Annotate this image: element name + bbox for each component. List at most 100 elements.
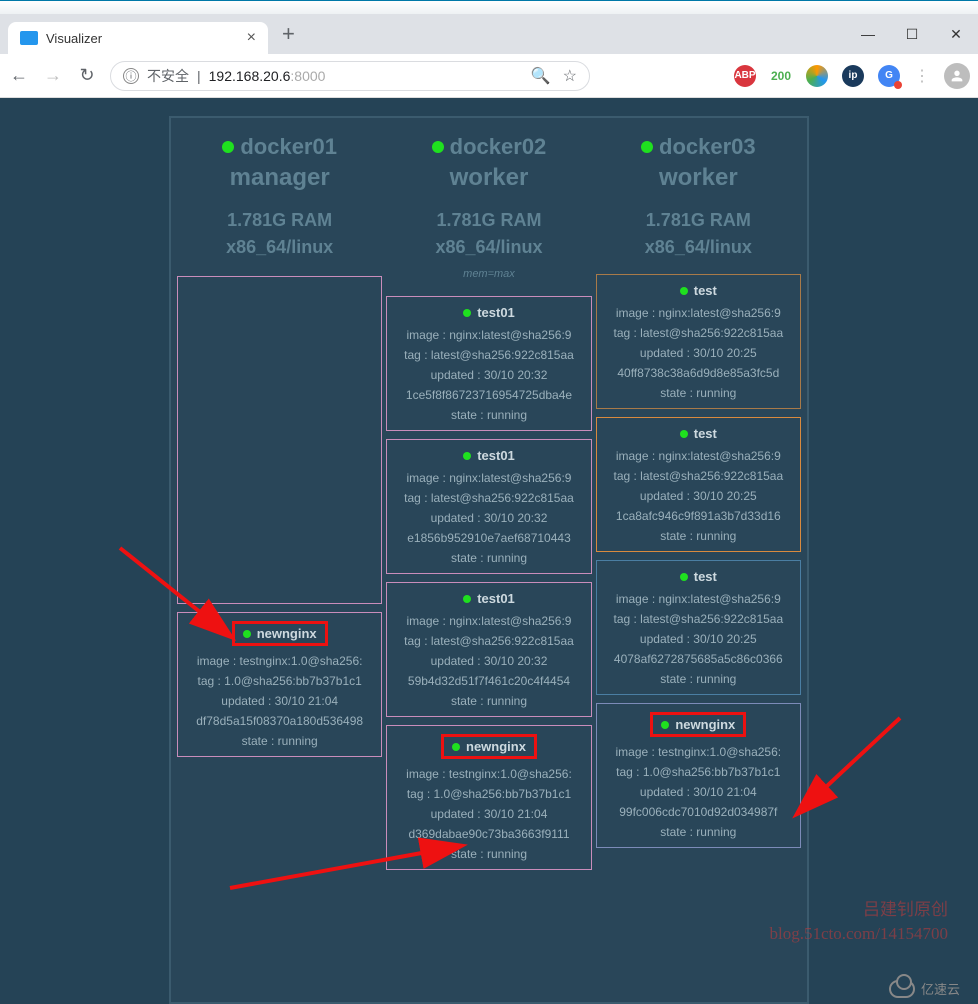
service-name: newnginx: [650, 712, 746, 737]
avast-extension-icon[interactable]: [806, 65, 828, 87]
service-updated: updated : 30/10 21:04: [391, 807, 586, 821]
close-window-button[interactable]: ✕: [934, 20, 978, 48]
service-card: newnginx image : testnginx:1.0@sha256: t…: [386, 725, 591, 870]
node-name: docker01: [240, 134, 337, 160]
service-image: image : nginx:latest@sha256:9: [601, 449, 796, 463]
maximize-button[interactable]: ☐: [890, 20, 934, 48]
service-card: test01 image : nginx:latest@sha256:9 tag…: [386, 582, 591, 717]
omnibox[interactable]: ⓘ 不安全 | 192.168.20.6:8000 🔍 ☆: [110, 61, 590, 91]
site-info-icon[interactable]: ⓘ: [123, 68, 139, 84]
service-hash: df78d5a15f08370a180d536498: [182, 714, 377, 728]
service-state: state : running: [391, 847, 586, 861]
status-dot-icon: [463, 595, 471, 603]
service-card: test image : nginx:latest@sha256:9 tag :…: [596, 560, 801, 695]
node-role: worker: [386, 164, 591, 192]
node-arch: x86_64/linux: [177, 237, 382, 258]
node-name: docker03: [659, 134, 756, 160]
status-dot-icon: [222, 141, 234, 153]
window-controls: — ☐ ✕: [846, 20, 978, 48]
mem-max-label: mem=max: [386, 268, 591, 280]
node-column-docker03: docker03 worker 1.781G RAM x86_64/linux …: [596, 128, 801, 992]
service-tag: tag : latest@sha256:922c815aa: [391, 491, 586, 505]
service-tag: tag : 1.0@sha256:bb7b37b1c1: [601, 765, 796, 779]
service-updated: updated : 30/10 20:25: [601, 489, 796, 503]
service-image: image : testnginx:1.0@sha256:: [182, 654, 377, 668]
empty-slot: [177, 276, 382, 604]
service-image: image : nginx:latest@sha256:9: [391, 614, 586, 628]
node-role: worker: [596, 164, 801, 192]
service-updated: updated : 30/10 21:04: [182, 694, 377, 708]
service-card: newnginx image : testnginx:1.0@sha256: t…: [177, 612, 382, 757]
service-hash: 99fc006cdc7010d92d034987f: [601, 805, 796, 819]
service-hash: 4078af6272875685a5c86c0366: [601, 652, 796, 666]
service-card: test01 image : nginx:latest@sha256:9 tag…: [386, 296, 591, 431]
service-name: test01: [391, 591, 586, 606]
node-column-docker01: docker01 manager 1.781G RAM x86_64/linux…: [177, 128, 382, 992]
status-dot-icon: [680, 287, 688, 295]
node-header: docker02 worker 1.781G RAM x86_64/linux: [386, 134, 591, 258]
status-dot-icon: [661, 721, 669, 729]
service-updated: updated : 30/10 20:25: [601, 346, 796, 360]
service-card: test image : nginx:latest@sha256:9 tag :…: [596, 417, 801, 552]
back-button[interactable]: ←: [8, 65, 30, 86]
ip-extension-icon[interactable]: ip: [842, 65, 864, 87]
service-state: state : running: [391, 694, 586, 708]
service-image: image : nginx:latest@sha256:9: [391, 471, 586, 485]
abp-extension-icon[interactable]: ABP: [734, 65, 756, 87]
service-updated: updated : 30/10 20:32: [391, 654, 586, 668]
service-name: test: [601, 426, 796, 441]
service-name: newnginx: [441, 734, 537, 759]
minimize-button[interactable]: —: [846, 20, 890, 48]
service-card: test image : nginx:latest@sha256:9 tag :…: [596, 274, 801, 409]
node-ram: 1.781G RAM: [596, 210, 801, 231]
tabstrip: Visualizer × + — ☐ ✕: [0, 14, 978, 54]
service-state: state : running: [601, 529, 796, 543]
status-200-extension-icon[interactable]: 200: [770, 65, 792, 87]
service-image: image : testnginx:1.0@sha256:: [391, 767, 586, 781]
service-stack: newnginx image : testnginx:1.0@sha256: t…: [177, 276, 382, 757]
close-tab-icon[interactable]: ×: [247, 29, 256, 47]
google-translate-extension-icon[interactable]: G: [878, 65, 900, 87]
service-hash: 40ff8738c38a6d9d8e85a3fc5d: [601, 366, 796, 380]
status-dot-icon: [243, 630, 251, 638]
service-tag: tag : latest@sha256:922c815aa: [391, 634, 586, 648]
docker-icon: [20, 31, 38, 45]
security-warning: 不安全: [147, 66, 189, 86]
node-header: docker01 manager 1.781G RAM x86_64/linux: [177, 134, 382, 258]
node-ram: 1.781G RAM: [386, 210, 591, 231]
service-state: state : running: [601, 825, 796, 839]
forward-button[interactable]: →: [42, 65, 64, 86]
service-name: test: [601, 569, 796, 584]
service-image: image : testnginx:1.0@sha256:: [601, 745, 796, 759]
service-tag: tag : latest@sha256:922c815aa: [601, 326, 796, 340]
new-tab-button[interactable]: +: [282, 21, 295, 47]
bookmark-star-icon[interactable]: ☆: [563, 66, 577, 86]
service-name: test: [601, 283, 796, 298]
service-hash: 59b4d32d51f7f461c20c4f4454: [391, 674, 586, 688]
url-text: 192.168.20.6:8000: [209, 68, 326, 84]
status-dot-icon: [641, 141, 653, 153]
service-name: test01: [391, 448, 586, 463]
service-updated: updated : 30/10 20:32: [391, 368, 586, 382]
service-tag: tag : latest@sha256:922c815aa: [601, 612, 796, 626]
service-hash: d369dabae90c73ba3663f9111: [391, 827, 586, 841]
service-hash: e1856b952910e7aef68710443: [391, 531, 586, 545]
watermark-brand: 亿速云: [889, 979, 960, 998]
service-image: image : nginx:latest@sha256:9: [601, 592, 796, 606]
reload-button[interactable]: ↻: [76, 65, 98, 86]
browser-tab[interactable]: Visualizer ×: [8, 22, 268, 54]
service-hash: 1ca8afc946c9f891a3b7d33d16: [601, 509, 796, 523]
node-column-docker02: docker02 worker 1.781G RAM x86_64/linux …: [386, 128, 591, 992]
profile-avatar-icon[interactable]: [944, 63, 970, 89]
zoom-icon[interactable]: 🔍: [531, 66, 551, 86]
extensions: ABP 200 ip G ⋮: [734, 63, 970, 89]
service-name: newnginx: [232, 621, 328, 646]
node-name: docker02: [450, 134, 547, 160]
service-image: image : nginx:latest@sha256:9: [601, 306, 796, 320]
service-name: test01: [391, 305, 586, 320]
service-stack: test01 image : nginx:latest@sha256:9 tag…: [386, 296, 591, 870]
node-ram: 1.781G RAM: [177, 210, 382, 231]
service-hash: 1ce5f8f86723716954725dba4e: [391, 388, 586, 402]
status-dot-icon: [463, 309, 471, 317]
service-state: state : running: [182, 734, 377, 748]
